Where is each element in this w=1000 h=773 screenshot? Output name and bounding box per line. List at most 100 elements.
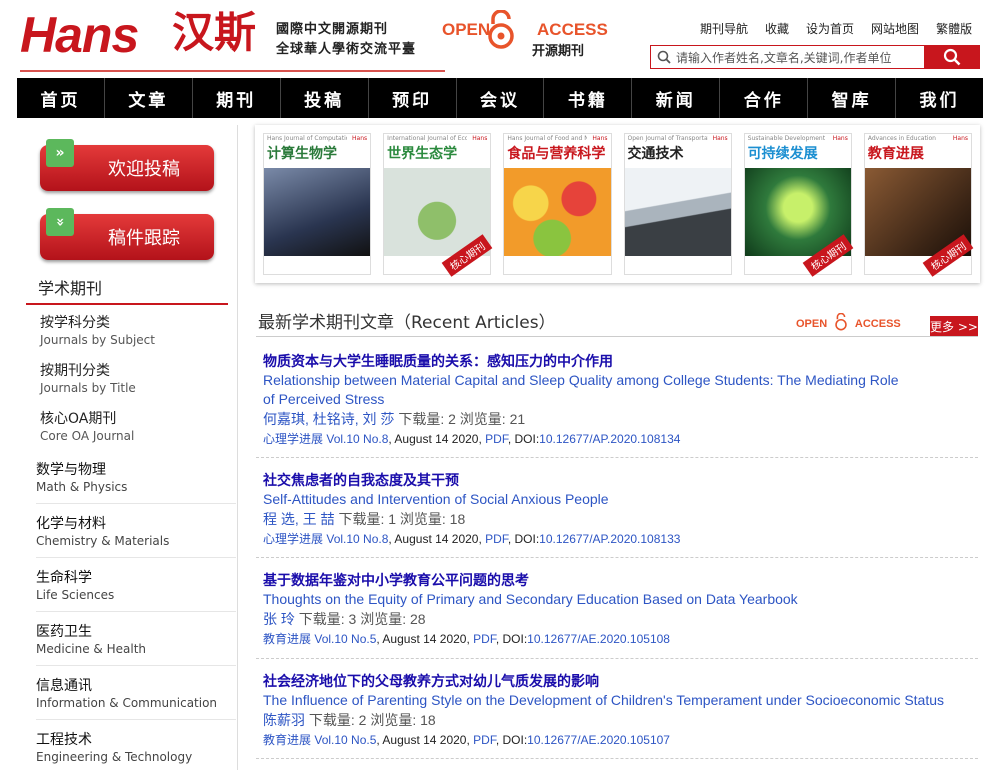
nav-thinktank[interactable]: 智库: [808, 78, 897, 118]
nav-journals[interactable]: 期刊: [193, 78, 281, 118]
cover-title: 计算生物学: [267, 146, 337, 162]
article-doi-link[interactable]: 10.12677/AE.2020.105108: [527, 632, 670, 646]
article-volume[interactable]: Vol.10 No.5: [314, 632, 376, 646]
nav-news[interactable]: 新闻: [632, 78, 721, 118]
article-pdf-link[interactable]: PDF: [485, 432, 508, 446]
article-item: 物质资本与大学生睡眠质量的关系：感知压力的中介作用 Relationship b…: [263, 351, 978, 449]
article-volume[interactable]: Vol.10 No.8: [326, 432, 388, 446]
hans-mini-logo: Hans: [592, 135, 608, 142]
nav-books[interactable]: 书籍: [544, 78, 633, 118]
article-authors[interactable]: 何嘉琪, 杜铭诗, 刘 莎: [263, 411, 394, 427]
article-journal[interactable]: 教育进展: [263, 733, 311, 747]
article-title-en[interactable]: Self-Attitudes and Intervention of Socia…: [263, 490, 978, 509]
article-journal[interactable]: 教育进展: [263, 632, 311, 646]
cover-image: [264, 168, 371, 256]
search-icon: [943, 48, 960, 66]
category-information-communication[interactable]: 信息通讯 Information & Communication: [36, 677, 236, 720]
search-button[interactable]: [924, 46, 979, 68]
hans-mini-logo: Hans: [832, 135, 848, 142]
search-icon: [657, 50, 671, 64]
article-journal[interactable]: 心理学进展: [263, 532, 323, 546]
cat-en: Life Sciences: [36, 588, 115, 602]
article-date: , August 14 2020,: [376, 733, 474, 747]
search-input[interactable]: 请输入作者姓名,文章名,关键词,作者单位: [651, 46, 924, 68]
journal-cover[interactable]: Sustainable Development Hans 可持续发展 核心期刊: [743, 133, 854, 277]
nav-home[interactable]: 首页: [17, 78, 105, 118]
article-title-zh[interactable]: 社会经济地位下的父母教养方式对幼儿气质发展的影响: [263, 671, 978, 691]
link-set-home[interactable]: 设为首页: [806, 20, 854, 37]
nav-about[interactable]: 我们: [896, 78, 983, 118]
item-en: Journals by Title: [40, 381, 136, 395]
submit-label: 欢迎投稿: [108, 159, 180, 180]
article-pdf-link[interactable]: PDF: [473, 632, 496, 646]
article-pdf-link[interactable]: PDF: [473, 733, 496, 747]
link-journal-nav[interactable]: 期刊导航: [700, 20, 748, 37]
journal-cover[interactable]: Advances in Education Hans 教育进展 核心期刊: [863, 133, 974, 277]
nav-cooperation[interactable]: 合作: [720, 78, 809, 118]
link-favorite[interactable]: 收藏: [765, 20, 789, 37]
cat-zh: 信息通讯: [36, 678, 92, 694]
article-title-en[interactable]: Thoughts on the Equity of Primary and Se…: [263, 590, 978, 609]
doi-label: , DOI:: [495, 733, 528, 747]
article-date: , August 14 2020,: [388, 532, 486, 546]
category-chemistry-materials[interactable]: 化学与材料 Chemistry & Materials: [36, 515, 236, 558]
journal-cover[interactable]: Hans Journal of Food and Nutrition Scien…: [503, 133, 612, 275]
category-medicine-health[interactable]: 医药卫生 Medicine & Health: [36, 623, 236, 666]
nav-submit[interactable]: 投稿: [281, 78, 369, 118]
nav-articles[interactable]: 文章: [105, 78, 193, 118]
cover-header: Sustainable Development Hans: [745, 134, 851, 144]
slogan-line-2: 全球華人學術交流平臺: [276, 42, 417, 57]
article-title-zh[interactable]: 物质资本与大学生睡眠质量的关系：感知压力的中介作用: [263, 351, 978, 371]
article-pdf-link[interactable]: PDF: [485, 532, 508, 546]
article-item: 社会经济地位下的父母教养方式对幼儿气质发展的影响 The Influence o…: [263, 671, 978, 750]
journal-cover[interactable]: International Journal of Ecology Hans 世界生…: [383, 133, 493, 277]
article-authors[interactable]: 陈薪羽: [263, 712, 305, 728]
article-authors[interactable]: 程 选, 王 喆: [263, 511, 335, 527]
oa-open-text: OPEN: [796, 318, 828, 330]
oa-access-text: ACCESS: [854, 318, 901, 330]
cover-title: 食品与营养科学: [507, 146, 606, 162]
more-button[interactable]: 更多 >>: [930, 316, 978, 337]
article-volume[interactable]: Vol.10 No.5: [314, 733, 376, 747]
doi-label: , DOI:: [495, 632, 528, 646]
hans-logo-chinese[interactable]: 汉斯: [172, 8, 256, 58]
article-separator: [256, 457, 978, 458]
item-zh: 按学科分类: [40, 315, 110, 331]
article-doi-link[interactable]: 10.12677/AP.2020.108133: [539, 532, 680, 546]
article-title-en[interactable]: The Influence of Parenting Style on the …: [263, 691, 978, 710]
hans-logo[interactable]: Hans: [20, 10, 165, 60]
cat-en: Chemistry & Materials: [36, 534, 170, 548]
article-authors[interactable]: 张 玲: [263, 611, 295, 627]
link-sitemap[interactable]: 网站地图: [871, 20, 919, 37]
submit-manuscript-button[interactable]: » 欢迎投稿: [40, 139, 214, 191]
cover-header: Advances in Education Hans: [865, 134, 971, 144]
article-separator: [256, 658, 978, 659]
article-volume[interactable]: Vol.10 No.8: [326, 532, 388, 546]
article-doi-link[interactable]: 10.12677/AP.2020.108134: [539, 432, 680, 446]
item-zh: 按期刊分类: [40, 363, 110, 379]
cat-en: Information & Communication: [36, 696, 218, 710]
article-title-zh[interactable]: 基于数据年鉴对中小学教育公平问题的思考: [263, 570, 978, 590]
article-date: , August 14 2020,: [388, 432, 486, 446]
category-life-sciences[interactable]: 生命科学 Life Sciences: [36, 569, 236, 612]
sidebar-item-by-title[interactable]: 按期刊分类 Journals by Title: [40, 362, 136, 397]
article-journal[interactable]: 心理学进展: [263, 432, 323, 446]
article-title-zh[interactable]: 社交焦虑者的自我态度及其干预: [263, 470, 978, 490]
journal-cover[interactable]: Hans Journal of Computational Biology Han…: [263, 133, 372, 275]
link-traditional[interactable]: 繁體版: [936, 20, 972, 37]
article-separator: [256, 557, 978, 558]
category-engineering-technology[interactable]: 工程技术 Engineering & Technology: [36, 731, 236, 773]
journal-cover[interactable]: Open Journal of Transportation Technolog…: [623, 133, 732, 275]
article-doi-link[interactable]: 10.12677/AE.2020.105107: [527, 733, 670, 747]
nav-preprint[interactable]: 预印: [369, 78, 457, 118]
sidebar-item-core-oa[interactable]: 核心OA期刊 Core OA Journal: [40, 410, 134, 445]
cover-title: 交通技术: [627, 146, 684, 162]
nav-conference[interactable]: 会议: [457, 78, 545, 118]
article-stats: 下载量: 2 浏览量: 18: [308, 712, 436, 728]
cat-zh: 数学与物理: [36, 462, 106, 478]
category-math-physics[interactable]: 数学与物理 Math & Physics: [36, 461, 236, 504]
article-title-en[interactable]: Relationship between Material Capital an…: [263, 371, 903, 409]
sidebar-item-by-subject[interactable]: 按学科分类 Journals by Subject: [40, 314, 155, 349]
track-manuscript-button[interactable]: » 稿件跟踪: [40, 208, 214, 260]
cover-header: Hans Journal of Food and Nutrition Scien…: [504, 134, 610, 144]
